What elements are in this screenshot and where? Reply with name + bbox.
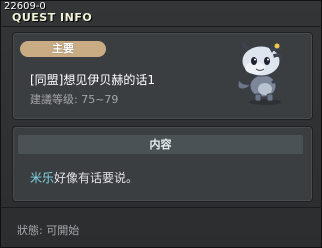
npc-name: 米乐 (30, 171, 55, 185)
quest-level-range: 建議等级: 75~79 (30, 93, 119, 106)
quest-type-tag: 主要 (20, 41, 106, 57)
quest-info-window: 22609-0 QUEST INFO 主要 [同盟]想见伊贝赫的话1 建議等级:… (0, 0, 322, 248)
title-divider (1, 26, 322, 27)
content-header: 内容 (18, 135, 303, 154)
quest-status: 狀態: 可開始 (17, 224, 80, 237)
status-divider (1, 207, 322, 208)
content-text: 米乐好像有话要说。 (30, 169, 138, 186)
dragon-npc-icon (237, 42, 283, 105)
quest-name: [同盟]想见伊贝赫的话1 (30, 73, 155, 87)
quest-content-panel: 内容 米乐好像有话要说。 (12, 126, 313, 202)
window-title: QUEST INFO (12, 11, 93, 24)
content-message: 好像有话要说。 (54, 171, 139, 185)
